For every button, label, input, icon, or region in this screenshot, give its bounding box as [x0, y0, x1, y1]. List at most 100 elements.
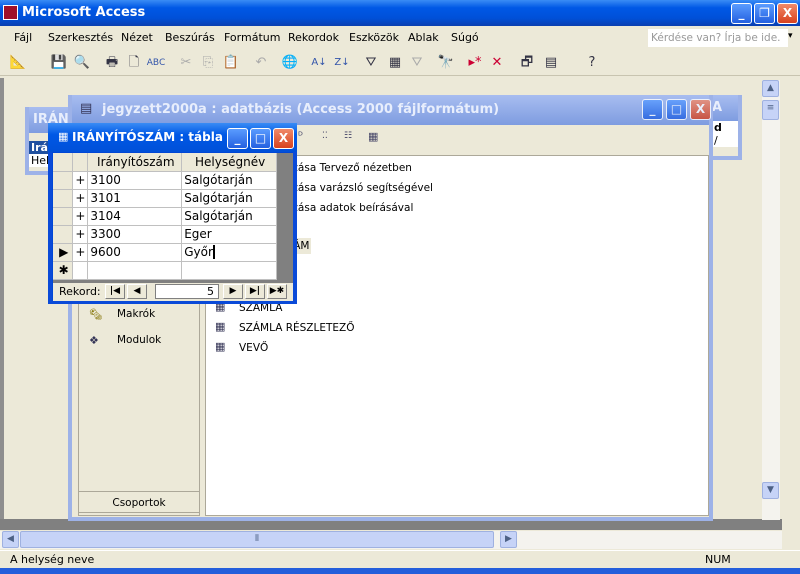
next-record-button[interactable]: ▶	[223, 284, 243, 299]
scroll-down-button[interactable]: ▼	[762, 482, 779, 499]
new-record-row[interactable]: ✱	[53, 261, 277, 280]
last-record-button[interactable]: ▶|	[245, 284, 265, 299]
list-item[interactable]: SZÁMLA RÉSZLETEZŐ	[239, 322, 355, 334]
table-icon: ▦	[58, 130, 69, 143]
app-title-bar: Microsoft Access	[0, 0, 800, 26]
spelling-icon[interactable]: ABC	[146, 53, 166, 73]
hyperlink-icon[interactable]: 🌐	[280, 53, 300, 73]
access-app-icon[interactable]	[3, 5, 18, 20]
menu-format[interactable]: Formátum	[224, 31, 280, 44]
current-record-indicator-icon: ▶	[53, 243, 74, 262]
cell-zip[interactable]: 9600	[87, 243, 183, 262]
menu-tools[interactable]: Eszközök	[349, 31, 399, 44]
database-window-icon[interactable]: 🗗	[517, 53, 537, 73]
menu-view[interactable]: Nézet	[121, 31, 153, 44]
horizontal-scrollbar[interactable]: ◀ ⦀ ▶	[0, 531, 782, 549]
menu-records[interactable]: Rekordok	[288, 31, 339, 44]
sort-descending-icon[interactable]: Z↓	[332, 53, 352, 73]
list-item[interactable]: ozása varázsló segítségével	[286, 182, 433, 194]
object-macros[interactable]: Makrók	[117, 308, 155, 320]
small-icons-view-icon[interactable]: ⁚⁚	[322, 131, 328, 141]
design-view-icon[interactable]: 📐	[8, 53, 28, 73]
print-preview-icon[interactable]: 🗋	[124, 53, 144, 73]
cell-zip[interactable]: 3300	[87, 225, 183, 244]
paste-icon[interactable]: 📋	[221, 53, 241, 73]
minimize-button[interactable]: _	[731, 3, 752, 24]
list-item[interactable]: VEVŐ	[239, 342, 268, 354]
num-lock-indicator: NUM	[705, 553, 731, 566]
sort-ascending-icon[interactable]: A↓	[309, 53, 329, 73]
table-row[interactable]: +3104 Salgótarján	[53, 207, 277, 226]
list-item[interactable]: ozása Tervező nézetben	[286, 162, 412, 174]
new-object-icon[interactable]: ▤	[541, 53, 561, 73]
cell-city-editing[interactable]: Győr	[181, 243, 277, 262]
search-icon[interactable]: 🔍	[72, 53, 92, 73]
menu-insert[interactable]: Beszúrás	[165, 31, 215, 44]
scroll-left-button[interactable]: ◀	[2, 531, 19, 548]
menu-edit[interactable]: Szerkesztés	[48, 31, 113, 44]
new-record-icon[interactable]: ▸*	[465, 53, 485, 73]
details-view-icon[interactable]: ▦	[368, 130, 378, 143]
undo-icon[interactable]: ↶	[251, 53, 271, 73]
apply-filter-icon[interactable]: ⛛	[407, 53, 427, 73]
record-number-input[interactable]: 5	[155, 284, 219, 299]
record-navigation-bar: Rekord: |◀ ◀ 5 ▶ ▶| ▶✱	[53, 283, 293, 301]
help-question-input[interactable]: Kérdése van? Írja be ide.	[648, 29, 788, 47]
scroll-thumb[interactable]: ≡	[762, 100, 779, 120]
cell-city[interactable]: Salgótarján	[181, 189, 277, 208]
first-record-button[interactable]: |◀	[105, 284, 125, 299]
column-header-zip[interactable]: Irányítószám	[87, 153, 183, 172]
menu-help[interactable]: Súgó	[451, 31, 479, 44]
vertical-scrollbar[interactable]: ▲ ≡ ▼	[762, 80, 780, 520]
cell-city[interactable]: Salgótarján	[181, 207, 277, 226]
large-icons-view-icon[interactable]: ᴰ	[298, 131, 303, 142]
scroll-right-button[interactable]: ▶	[500, 531, 517, 548]
table-datasheet-window[interactable]: IRÁNYÍTÓSZÁM : tábla ▦ _ □ X Irányítószá…	[48, 123, 297, 304]
scroll-up-button[interactable]: ▲	[762, 80, 779, 97]
table-row[interactable]: +3300 Eger	[53, 225, 277, 244]
cell-city[interactable]: Eger	[181, 225, 277, 244]
help-dropdown-icon[interactable]: ▾	[788, 31, 793, 41]
table-maximize-button[interactable]: □	[250, 128, 271, 149]
cell-zip[interactable]: 3100	[87, 171, 183, 190]
db-minimize-button[interactable]: _	[642, 99, 663, 120]
table-row[interactable]: +3100 Salgótarján	[53, 171, 277, 190]
module-icon: ❖	[89, 334, 99, 347]
table-row[interactable]: +3101 Salgótarján	[53, 189, 277, 208]
copy-icon[interactable]: ⎘	[198, 53, 218, 73]
filter-by-selection-icon[interactable]: ⛛	[361, 53, 381, 73]
print-icon[interactable]: 🖶	[102, 53, 122, 73]
db-close-button[interactable]: X	[690, 99, 711, 120]
app-title: Microsoft Access	[22, 5, 146, 20]
groups-button[interactable]: Csoportok	[79, 491, 199, 513]
db-maximize-button[interactable]: □	[666, 99, 687, 120]
object-modules[interactable]: Modulok	[117, 334, 161, 346]
list-item[interactable]: ozása adatok beírásával	[286, 202, 413, 214]
list-view-icon[interactable]: ☷	[344, 131, 352, 141]
close-button[interactable]: X	[777, 3, 798, 24]
table-row-current[interactable]: ▶ +9600 Győr	[53, 243, 277, 262]
cell-city[interactable]: Salgótarján	[181, 171, 277, 190]
column-header-city[interactable]: Helységnév	[181, 153, 277, 172]
save-icon[interactable]: 💾	[49, 53, 69, 73]
cell-zip[interactable]: 3104	[87, 207, 183, 226]
delete-record-icon[interactable]: ✕	[487, 53, 507, 73]
new-record-button[interactable]: ▶✱	[267, 284, 287, 299]
status-text: A helység neve	[10, 553, 95, 566]
new-record-icon: ✱	[53, 261, 74, 280]
restore-button[interactable]: ❐	[754, 3, 775, 24]
macro-icon: 🗞	[89, 308, 103, 321]
record-label: Rekord:	[59, 285, 101, 298]
previous-record-button[interactable]: ◀	[127, 284, 147, 299]
help-icon[interactable]: ?	[582, 53, 602, 73]
menu-file[interactable]: Fájl	[14, 31, 32, 44]
hscroll-thumb[interactable]: ⦀	[20, 531, 494, 548]
find-icon[interactable]: 🔭	[436, 53, 456, 73]
table-minimize-button[interactable]: _	[227, 128, 248, 149]
filter-by-form-icon[interactable]: ▦	[385, 53, 405, 73]
table-close-button[interactable]: X	[273, 128, 294, 149]
menu-window[interactable]: Ablak	[408, 31, 439, 44]
cut-icon[interactable]: ✂	[176, 53, 196, 73]
cell-zip[interactable]: 3101	[87, 189, 183, 208]
cell-city-text: Győr	[184, 245, 213, 259]
